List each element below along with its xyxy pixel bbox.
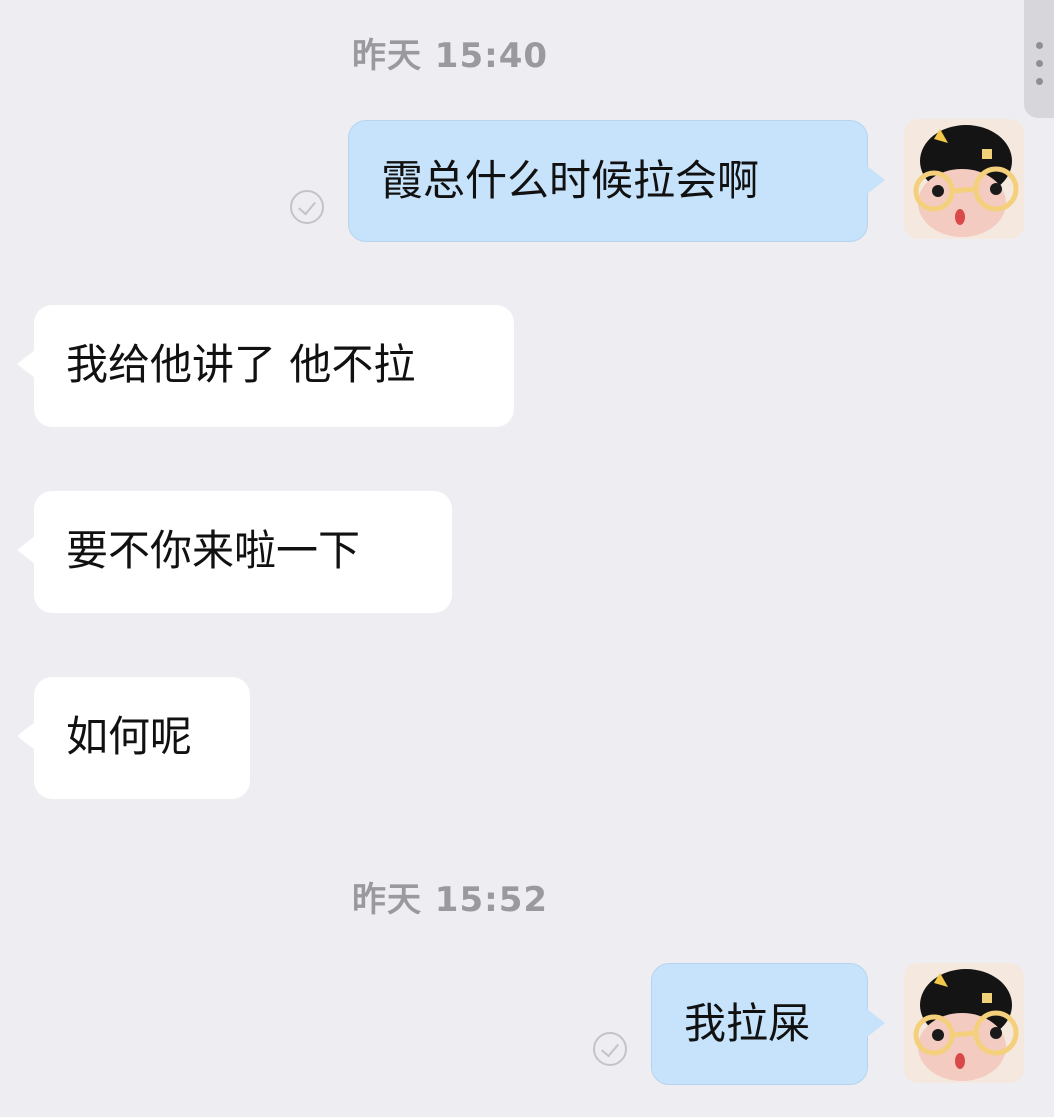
bubble-tail [17, 722, 35, 750]
message-bubble-incoming[interactable]: 我给他讲了 他不拉 [34, 305, 514, 427]
bubble-tail [17, 350, 35, 378]
message-text: 要不你来啦一下 [66, 526, 361, 575]
bubble-tail [17, 536, 35, 564]
dot-icon [1036, 78, 1043, 85]
read-check-icon [290, 190, 324, 224]
message-bubble-incoming[interactable]: 如何呢 [34, 677, 250, 799]
more-options-handle[interactable] [1024, 0, 1054, 118]
chat-thread[interactable]: 昨天 15:40 霞总什么时候拉会啊 我给他讲了 他不拉 要不你来啦一下 如何呢… [0, 0, 1054, 1117]
avatar-image [904, 963, 1024, 1083]
message-bubble-outgoing[interactable]: 我拉屎 [651, 963, 868, 1085]
dot-icon [1036, 60, 1043, 67]
message-text: 如何呢 [66, 712, 193, 761]
message-bubble-outgoing[interactable]: 霞总什么时候拉会啊 [348, 120, 868, 242]
dot-icon [1036, 42, 1043, 49]
read-check-icon [593, 1032, 627, 1066]
message-text: 霞总什么时候拉会啊 [381, 156, 760, 205]
plush-doll-with-glasses-avatar[interactable] [904, 119, 1024, 239]
timestamp: 昨天 15:40 [351, 36, 549, 76]
message-text: 我给他讲了 他不拉 [66, 340, 416, 389]
bubble-tail [867, 166, 885, 194]
plush-doll-with-glasses-avatar[interactable] [904, 963, 1024, 1083]
bubble-tail [867, 1009, 885, 1037]
message-text: 我拉屎 [684, 999, 811, 1048]
avatar-image [904, 119, 1024, 239]
message-bubble-incoming[interactable]: 要不你来啦一下 [34, 491, 452, 613]
timestamp: 昨天 15:52 [351, 880, 549, 920]
